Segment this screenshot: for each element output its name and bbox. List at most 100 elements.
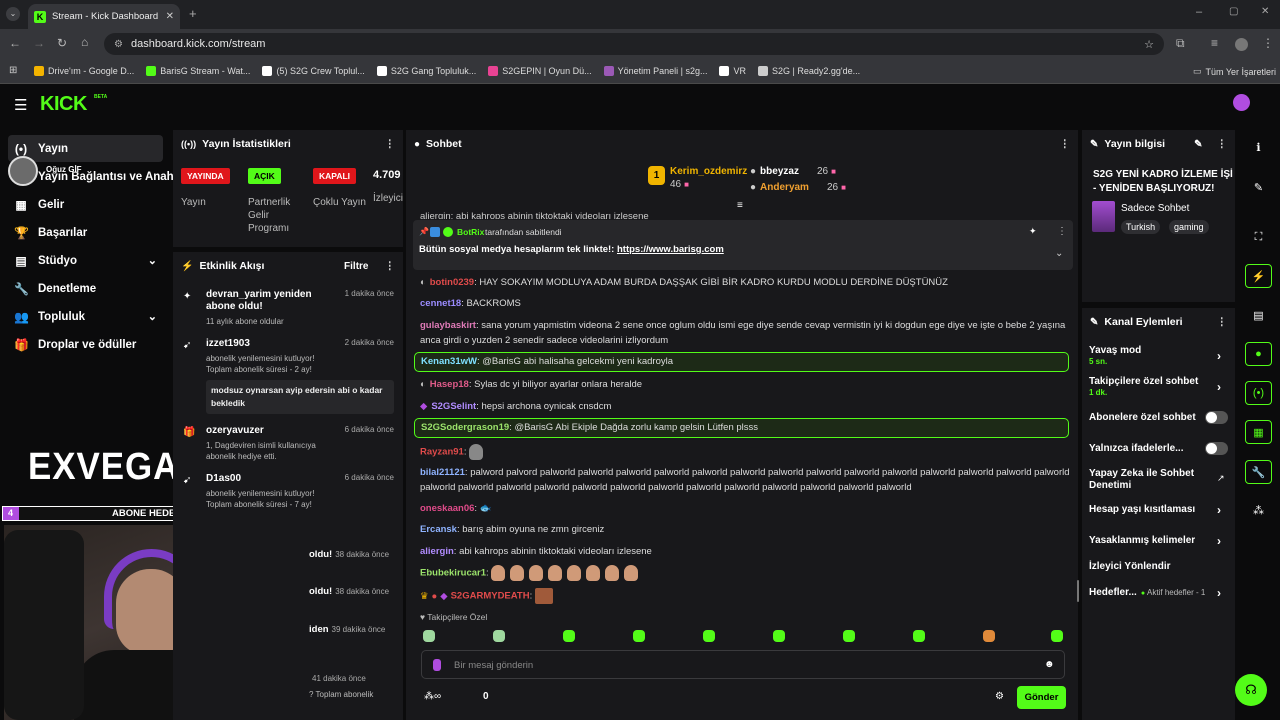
sidebar-item-users[interactable]: 👥 Topluluk ⌄: [8, 303, 163, 330]
emote-option-icon[interactable]: [773, 630, 785, 642]
minimize-icon[interactable]: –: [1196, 6, 1202, 18]
chevron-right-icon[interactable]: ›: [1217, 534, 1221, 548]
emote-option-icon[interactable]: [703, 630, 715, 642]
points-icon[interactable]: ⁂∞: [424, 691, 441, 702]
chat-message[interactable]: ◆ S2GSelint: hepsi archona oynicak cnsdcm: [420, 399, 1070, 414]
expand-pinned-icon[interactable]: ⌄: [1055, 248, 1063, 259]
bookmark-item[interactable]: S2G Gang Topluluk...: [376, 66, 476, 76]
channel-action-item[interactable]: Hesap yaşı kısıtlaması: [1089, 504, 1229, 516]
chat-username[interactable]: gulaybaskirt: [420, 320, 476, 331]
channel-action-item[interactable]: Yasaklanmış kelimeler: [1089, 535, 1229, 547]
channel-action-item[interactable]: İzleyici Yönlendir: [1089, 561, 1229, 573]
chat-message[interactable]: aliergin: abi kahrops abinin tiktoktaki …: [420, 544, 1070, 559]
chat-username[interactable]: Kenan31wW: [421, 356, 477, 367]
activity-item-partial[interactable]: 41 dakika önce ? Toplam abonelik: [309, 672, 399, 699]
emote-option-icon[interactable]: [633, 630, 645, 642]
activity-item[interactable]: 🎁 ozeryavuzer 1, Dagdeviren isimli kullanı…: [180, 425, 400, 462]
activity-item-partial[interactable]: oldu! 38 dakika önce: [309, 548, 399, 560]
chat-username[interactable]: Hasep18: [430, 379, 469, 390]
external-link-icon[interactable]: ↗: [1217, 473, 1225, 484]
pen-icon[interactable]: ✎: [1245, 175, 1272, 199]
wrench-icon[interactable]: 🔧: [1245, 460, 1272, 484]
chat-message[interactable]: bilal21121: palword palvord palworld pal…: [420, 465, 1070, 495]
pinned-by-user[interactable]: BotRix: [457, 227, 484, 237]
sidebar-item-gift[interactable]: 🎁 Droplar ve ödüller: [8, 331, 163, 358]
kick-logo[interactable]: KICK: [40, 93, 87, 116]
info-icon[interactable]: ℹ: [1245, 135, 1272, 159]
chat-message[interactable]: ◐ Hasep18: Sylas dc yi biliyor ayarlar on…: [420, 377, 1070, 392]
apps-grid-icon[interactable]: ⊞: [9, 65, 17, 76]
pinned-link[interactable]: https://www.barisg.com: [617, 244, 724, 255]
chat-scrollbar[interactable]: [1077, 580, 1079, 602]
chat-username[interactable]: Ebubekirucar1: [420, 568, 486, 579]
chat-input-box[interactable]: Bir mesaj gönderin ☻: [421, 650, 1065, 679]
chevron-down-icon[interactable]: ⌄: [148, 310, 157, 323]
chat-username[interactable]: S2GSelint: [431, 401, 476, 412]
emote-option-icon[interactable]: [493, 630, 505, 642]
bookmark-item[interactable]: S2GEPIN | Oyun Dü...: [488, 66, 592, 76]
site-info-icon[interactable]: ⚙: [114, 39, 123, 50]
users-icon[interactable]: ⁂: [1245, 498, 1272, 522]
sidebar-item-chart[interactable]: ▦ Gelir: [8, 191, 163, 218]
chat-username[interactable]: bilal21121: [420, 467, 465, 478]
chevron-right-icon[interactable]: ›: [1217, 349, 1221, 363]
activity-item[interactable]: ✦ devran_yarim yeniden abone oldu! 11 aylı…: [180, 289, 400, 327]
tab-list-chevron-icon[interactable]: ⌄: [6, 7, 20, 21]
new-tab-icon[interactable]: +: [189, 6, 197, 21]
emote-option-icon[interactable]: [1051, 630, 1063, 642]
sidebar-item-wrench[interactable]: 🔧 Denetleme: [8, 275, 163, 302]
chat-message[interactable]: Kenan31wW: @BarisG abi halisaha gelcekmi…: [414, 352, 1069, 372]
reload-icon[interactable]: ↻: [57, 36, 67, 50]
channel-action-item[interactable]: Yavaş mod 5 sn.: [1089, 345, 1229, 366]
channel-action-item[interactable]: Takipçilere özel sohbet 1 dk.: [1089, 376, 1229, 397]
chat-message[interactable]: gulaybaskirt: sana yorum yapmistim video…: [420, 318, 1070, 348]
channel-action-item[interactable]: Hedefler... ● Aktif hedefler - 1: [1089, 587, 1229, 599]
chat-username[interactable]: Rayzan91: [420, 447, 464, 458]
chevron-down-icon[interactable]: ⌄: [148, 254, 157, 267]
toggle-switch[interactable]: [1205, 442, 1228, 455]
bookmark-item[interactable]: VR: [719, 66, 746, 76]
chat-username[interactable]: aliergin: [420, 546, 454, 557]
bookmark-item[interactable]: Yönetim Paneli | s2g...: [603, 66, 707, 76]
category-name[interactable]: Sadece Sohbet: [1121, 203, 1189, 214]
send-button[interactable]: Gönder: [1017, 686, 1066, 709]
browser-tab[interactable]: K Stream - Kick Dashboard ✕: [28, 4, 180, 29]
emote-option-icon[interactable]: [983, 630, 995, 642]
browser-menu-icon[interactable]: ⋮: [1262, 36, 1274, 50]
bookmark-item[interactable]: (5) S2G Crew Toplul...: [262, 66, 365, 76]
close-tab-icon[interactable]: ✕: [166, 11, 174, 22]
chat-message[interactable]: oneskaan06: 🐟: [420, 501, 1070, 516]
stats-menu-icon[interactable]: ⋮: [385, 138, 396, 150]
bookmark-item[interactable]: Drive'ım - Google D...: [34, 66, 134, 76]
forward-icon[interactable]: →: [33, 36, 45, 50]
activity-item[interactable]: ➹ izzet1903 abonelik yenilemesini kutluyor…: [180, 338, 400, 414]
chevron-right-icon[interactable]: ›: [1217, 503, 1221, 517]
bookmark-item[interactable]: S2G | Ready2.gg'de...: [757, 66, 860, 76]
activity-item-partial[interactable]: oldu! 38 dakika önce: [309, 585, 399, 597]
emoji-picker-icon[interactable]: ☻: [1044, 659, 1055, 670]
fullscreen-icon[interactable]: ⛶: [1245, 225, 1272, 249]
broadcast-icon[interactable]: (•): [1245, 381, 1272, 405]
chat-username[interactable]: Ercansk: [420, 524, 457, 535]
toggle-switch[interactable]: [1205, 411, 1228, 424]
chevron-right-icon[interactable]: ›: [1217, 380, 1221, 394]
filter-button[interactable]: Filtre: [344, 261, 368, 272]
chevron-right-icon[interactable]: ›: [1217, 586, 1221, 600]
home-icon[interactable]: ⌂: [81, 35, 88, 49]
unpin-icon[interactable]: ✦: [1029, 226, 1037, 237]
chat-menu-icon[interactable]: ⋮: [1060, 138, 1071, 150]
activity-item[interactable]: ➹ D1as00 abonelik yenilemesini kutluyor! T…: [180, 473, 400, 510]
hamburger-menu-icon[interactable]: ☰: [14, 96, 27, 114]
chat-message[interactable]: ♛ ● ◆ S2GARMYDEATH:: [420, 588, 1070, 604]
back-icon[interactable]: ←: [9, 36, 21, 50]
chat-bubble-icon[interactable]: ●: [1245, 342, 1272, 366]
chat-username[interactable]: S2GARMYDEATH: [451, 591, 530, 602]
clipboard-icon[interactable]: ▤: [1245, 303, 1272, 327]
extensions-icon[interactable]: ⧉: [1176, 36, 1185, 51]
sidebar-item-trophy[interactable]: 🏆 Başarılar: [8, 219, 163, 246]
chat-message[interactable]: cennet18: BACKROMS: [420, 296, 1070, 311]
maximize-icon[interactable]: ▢: [1229, 6, 1238, 17]
channel-actions-menu-icon[interactable]: ⋮: [1217, 316, 1228, 328]
emote-option-icon[interactable]: [843, 630, 855, 642]
bookmark-star-icon[interactable]: ☆: [1144, 38, 1154, 51]
